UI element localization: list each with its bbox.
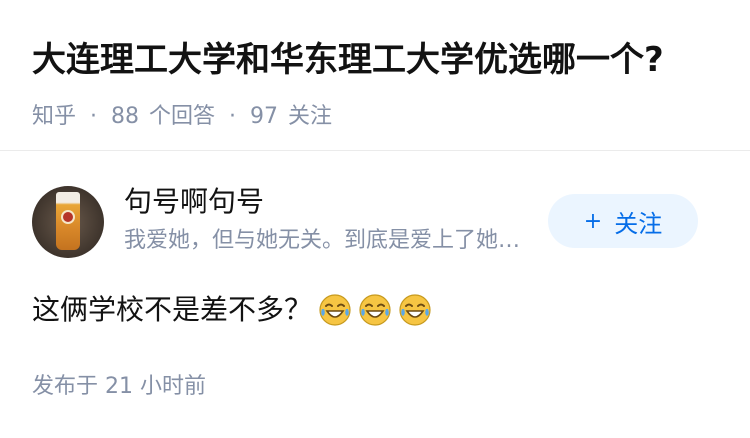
follow-button-label: 关注	[614, 209, 663, 238]
plus-icon: +	[583, 208, 603, 234]
answer-text: 这俩学校不是差不多？	[32, 293, 313, 326]
header-divider	[0, 150, 750, 151]
follow-count: 97	[250, 104, 279, 129]
question-header: 大连理工大学和华东理工大学优选哪一个? 知乎 · 88 个回答 · 97 关注	[32, 34, 730, 132]
answer-content: 这俩学校不是差不多？	[32, 290, 432, 330]
source-label[interactable]: 知乎	[32, 102, 76, 132]
answer-count: 88	[111, 104, 140, 129]
glass-logo	[61, 210, 75, 224]
avatar[interactable]	[32, 186, 104, 258]
meta-separator: ·	[90, 104, 98, 129]
follow-button[interactable]: + 关注	[548, 194, 698, 248]
laughing-tears-emoji	[318, 293, 352, 327]
question-title[interactable]: 大连理工大学和华东理工大学优选哪一个?	[32, 34, 730, 86]
answer-page: 大连理工大学和华东理工大学优选哪一个? 知乎 · 88 个回答 · 97 关注 …	[0, 0, 750, 438]
publish-time: 发布于 21 小时前	[32, 374, 206, 399]
author-bio: 我爱她，但与她无关。到底是爱上了她还是爱上了爱	[124, 228, 536, 253]
question-meta: 知乎 · 88 个回答 · 97 关注	[32, 102, 730, 132]
author-info: 句号啊句号 我爱她，但与她无关。到底是爱上了她还是爱上了爱 + 关注	[32, 183, 722, 258]
answer-count-label[interactable]: 个回答	[149, 102, 215, 132]
meta-separator: ·	[229, 104, 237, 129]
laughing-tears-emoji	[358, 293, 392, 327]
author-name[interactable]: 句号啊句号	[124, 183, 264, 221]
laughing-tears-emoji	[398, 293, 432, 327]
follow-count-label[interactable]: 关注	[288, 102, 332, 132]
